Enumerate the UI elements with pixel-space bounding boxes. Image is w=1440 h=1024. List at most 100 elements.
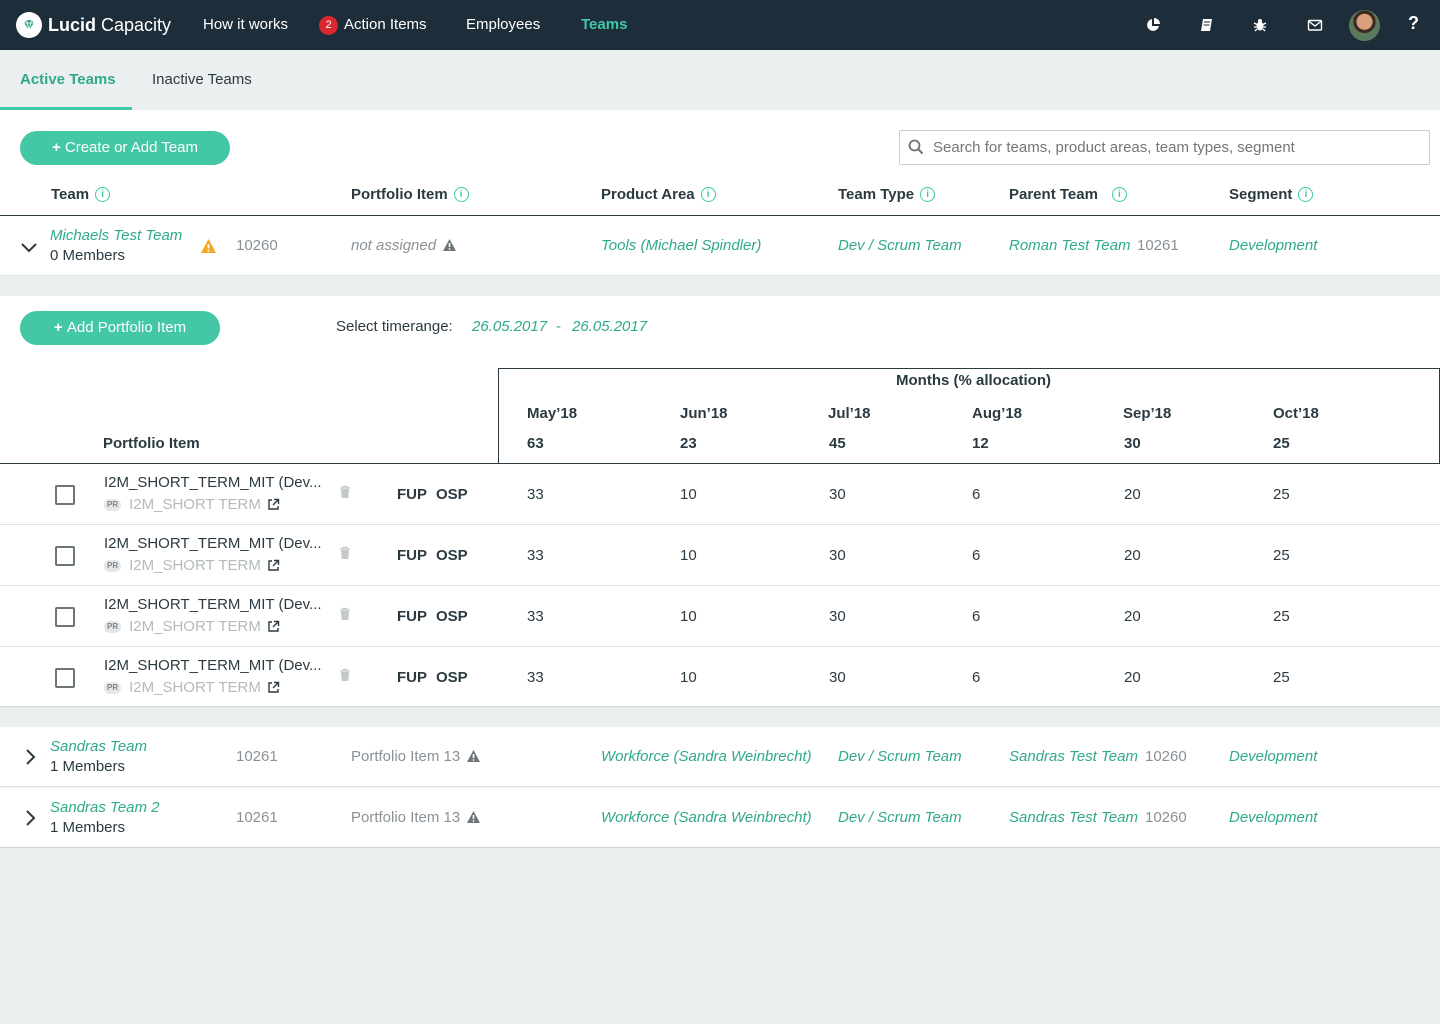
team-segment[interactable]: Development — [1229, 748, 1317, 765]
portfolio-item-name[interactable]: I2M_SHORT_TERM_MIT (Dev... — [104, 474, 322, 491]
column-header-product-area[interactable]: Product Area i — [601, 186, 716, 203]
mail-icon[interactable] — [1305, 15, 1325, 35]
allocation-value[interactable]: 33 — [527, 547, 544, 564]
trash-icon[interactable] — [339, 607, 351, 621]
allocation-value[interactable]: 25 — [1273, 547, 1290, 564]
allocation-value[interactable]: 30 — [829, 486, 846, 503]
parent-team-link[interactable]: Sandras Test Team — [1009, 809, 1138, 826]
table-row[interactable]: Sandras Team 1 Members 10261 Portfolio I… — [0, 727, 1440, 787]
row-checkbox[interactable] — [55, 668, 75, 688]
chevron-down-icon[interactable] — [20, 238, 38, 256]
allocation-value[interactable]: 33 — [527, 486, 544, 503]
allocation-value[interactable]: 10 — [680, 608, 697, 625]
portfolio-allocation-section: + Add Portfolio Item Select timerange: 2… — [0, 296, 1440, 707]
row-divider — [0, 646, 1440, 647]
book-icon[interactable] — [1197, 15, 1217, 35]
date-from[interactable]: 26.05.2017 — [472, 318, 547, 335]
tab-inactive-teams[interactable]: Inactive Teams — [152, 50, 252, 110]
team-type[interactable]: Dev / Scrum Team — [838, 237, 962, 254]
parent-team-link[interactable]: Sandras Test Team — [1009, 748, 1138, 765]
pie-chart-icon[interactable] — [1143, 15, 1163, 35]
month-label: Sep’18 — [1123, 405, 1172, 422]
row-checkbox[interactable] — [55, 485, 75, 505]
column-header-segment[interactable]: Segment i — [1229, 186, 1314, 203]
info-icon[interactable]: i — [453, 187, 469, 202]
portfolio-item-name[interactable]: I2M_SHORT_TERM_MIT (Dev... — [104, 657, 322, 674]
team-name-link[interactable]: Michaels Test Team — [50, 227, 182, 244]
allocation-value[interactable]: 20 — [1124, 669, 1141, 686]
nav-how-it-works[interactable]: How it works — [203, 0, 288, 50]
info-icon[interactable]: i — [920, 187, 936, 202]
row-divider — [0, 706, 1440, 707]
parent-team-link[interactable]: Roman Test Team — [1009, 237, 1130, 254]
row-checkbox[interactable] — [55, 607, 75, 627]
allocation-value[interactable]: 33 — [527, 608, 544, 625]
team-segment[interactable]: Development — [1229, 237, 1317, 254]
team-name-link[interactable]: Sandras Team 2 — [50, 799, 160, 816]
allocation-value[interactable]: 6 — [972, 547, 980, 564]
avatar[interactable] — [1349, 10, 1380, 41]
help-icon[interactable]: ? — [1408, 13, 1419, 34]
team-member-count: 1 Members — [50, 819, 126, 836]
row-divider — [0, 524, 1440, 525]
bug-icon[interactable] — [1250, 15, 1270, 35]
trash-icon[interactable] — [339, 668, 351, 682]
tab-active-teams[interactable]: Active Teams — [20, 50, 116, 110]
allocation-value[interactable]: 33 — [527, 669, 544, 686]
allocation-value[interactable]: 30 — [829, 608, 846, 625]
allocation-value[interactable]: 30 — [829, 669, 846, 686]
warning-icon — [467, 811, 481, 823]
add-portfolio-item-button[interactable]: + Add Portfolio Item — [20, 311, 220, 345]
external-link-icon[interactable] — [267, 681, 280, 694]
column-header-team-type[interactable]: Team Type i — [838, 186, 936, 203]
team-segment[interactable]: Development — [1229, 809, 1317, 826]
allocation-value[interactable]: 6 — [972, 669, 980, 686]
date-to[interactable]: 26.05.2017 — [572, 318, 647, 335]
team-type[interactable]: Dev / Scrum Team — [838, 809, 962, 826]
column-header-parent-team[interactable]: Parent Team i — [1009, 186, 1127, 203]
team-portfolio: Portfolio Item 13 — [351, 748, 481, 765]
nav-employees[interactable]: Employees — [466, 0, 540, 50]
search-input[interactable] — [899, 130, 1430, 165]
app-logo[interactable]: Lucid Capacity — [16, 12, 171, 38]
nav-action-items[interactable]: 2 Action Items — [319, 0, 427, 50]
external-link-icon[interactable] — [267, 559, 280, 572]
portfolio-item-name[interactable]: I2M_SHORT_TERM_MIT (Dev... — [104, 596, 322, 613]
info-icon[interactable]: i — [700, 187, 716, 202]
column-header-portfolio[interactable]: Portfolio Item i — [351, 186, 469, 203]
allocation-value[interactable]: 25 — [1273, 486, 1290, 503]
team-product-area[interactable]: Tools (Michael Spindler) — [601, 237, 761, 254]
portfolio-item-name[interactable]: I2M_SHORT_TERM_MIT (Dev... — [104, 535, 322, 552]
trash-icon[interactable] — [339, 546, 351, 560]
nav-teams[interactable]: Teams — [581, 0, 627, 50]
allocation-value[interactable]: 25 — [1273, 608, 1290, 625]
allocation-value[interactable]: 20 — [1124, 608, 1141, 625]
external-link-icon[interactable] — [267, 498, 280, 511]
team-type[interactable]: Dev / Scrum Team — [838, 748, 962, 765]
pr-tag: PR — [104, 498, 122, 511]
external-link-icon[interactable] — [267, 620, 280, 633]
month-label: Oct’18 — [1273, 405, 1319, 422]
allocation-value[interactable]: 6 — [972, 608, 980, 625]
allocation-value[interactable]: 25 — [1273, 669, 1290, 686]
team-product-area[interactable]: Workforce (Sandra Weinbrecht) — [601, 809, 812, 826]
allocation-value[interactable]: 10 — [680, 547, 697, 564]
allocation-value[interactable]: 10 — [680, 669, 697, 686]
allocation-value[interactable]: 6 — [972, 486, 980, 503]
allocation-value[interactable]: 10 — [680, 486, 697, 503]
trash-icon[interactable] — [339, 485, 351, 499]
team-name-link[interactable]: Sandras Team — [50, 738, 147, 755]
info-icon[interactable]: i — [1111, 187, 1127, 202]
allocation-value[interactable]: 30 — [829, 547, 846, 564]
chevron-right-icon[interactable] — [22, 748, 40, 766]
chevron-right-icon[interactable] — [22, 809, 40, 827]
allocation-value[interactable]: 20 — [1124, 547, 1141, 564]
allocation-value[interactable]: 20 — [1124, 486, 1141, 503]
table-row[interactable]: Sandras Team 2 1 Members 10261 Portfolio… — [0, 788, 1440, 848]
team-product-area[interactable]: Workforce (Sandra Weinbrecht) — [601, 748, 812, 765]
info-icon[interactable]: i — [1298, 187, 1314, 202]
column-header-team[interactable]: Team i — [51, 186, 111, 203]
info-icon[interactable]: i — [95, 187, 111, 202]
create-team-button[interactable]: + Create or Add Team — [20, 131, 230, 165]
row-checkbox[interactable] — [55, 546, 75, 566]
